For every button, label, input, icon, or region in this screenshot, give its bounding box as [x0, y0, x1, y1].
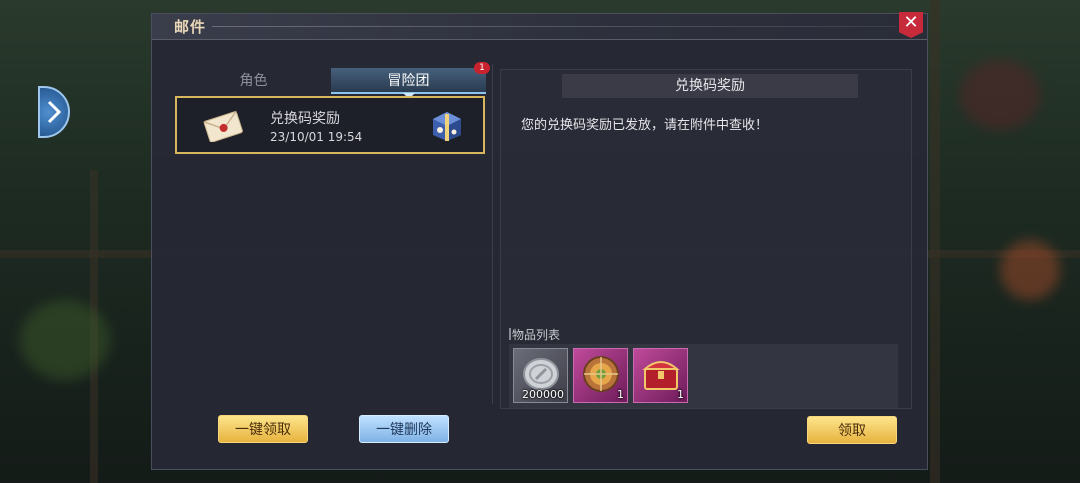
attachment-item[interactable]: 1 [633, 348, 688, 403]
items-label-marker [509, 328, 511, 340]
item-count: 200000 [522, 388, 564, 401]
tab-adventure-team[interactable]: 冒险团 [331, 68, 486, 99]
item-count: 1 [677, 388, 684, 401]
mail-detail-body: 您的兑换码奖励已发放，请在附件中查收！ [521, 118, 769, 133]
close-icon: ✕ [903, 12, 919, 33]
attachment-item[interactable]: 200000 [513, 348, 568, 403]
mail-detail-title: 兑换码奖励 [562, 74, 858, 98]
mail-tabs: 角色 冒险团 [176, 68, 486, 99]
mail-timestamp: 23/10/01 19:54 [270, 130, 363, 144]
attachment-item[interactable]: 1 [573, 348, 628, 403]
mail-list-item[interactable]: 兑换码奖励 23/10/01 19:54 [175, 96, 485, 154]
treasure-chest-icon [642, 361, 680, 390]
claim-button[interactable]: 领取 [807, 416, 897, 444]
claim-all-button[interactable]: 一键领取 [218, 415, 308, 443]
window-title: 邮件 [174, 18, 207, 36]
title-bar: 邮件 [152, 14, 927, 40]
delete-all-button[interactable]: 一键删除 [359, 415, 449, 443]
title-divider [212, 26, 897, 27]
chevron-right-icon [47, 100, 62, 124]
mail-window: 邮件 ✕ 角色 冒险团 1 兑换码奖励 23/10/01 19:54 兑换码奖励… [151, 12, 928, 470]
panel-divider [492, 64, 493, 404]
emblem-icon [583, 356, 619, 392]
envelope-icon [203, 110, 243, 142]
gift-box-icon [433, 112, 461, 141]
tab-role[interactable]: 角色 [176, 68, 331, 94]
mail-subject: 兑换码奖励 [270, 111, 340, 127]
item-count: 1 [617, 388, 624, 401]
tab-adventure-team-label: 冒险团 [387, 73, 430, 89]
items-list-label: 物品列表 [512, 328, 561, 342]
notification-badge: 1 [474, 62, 490, 74]
